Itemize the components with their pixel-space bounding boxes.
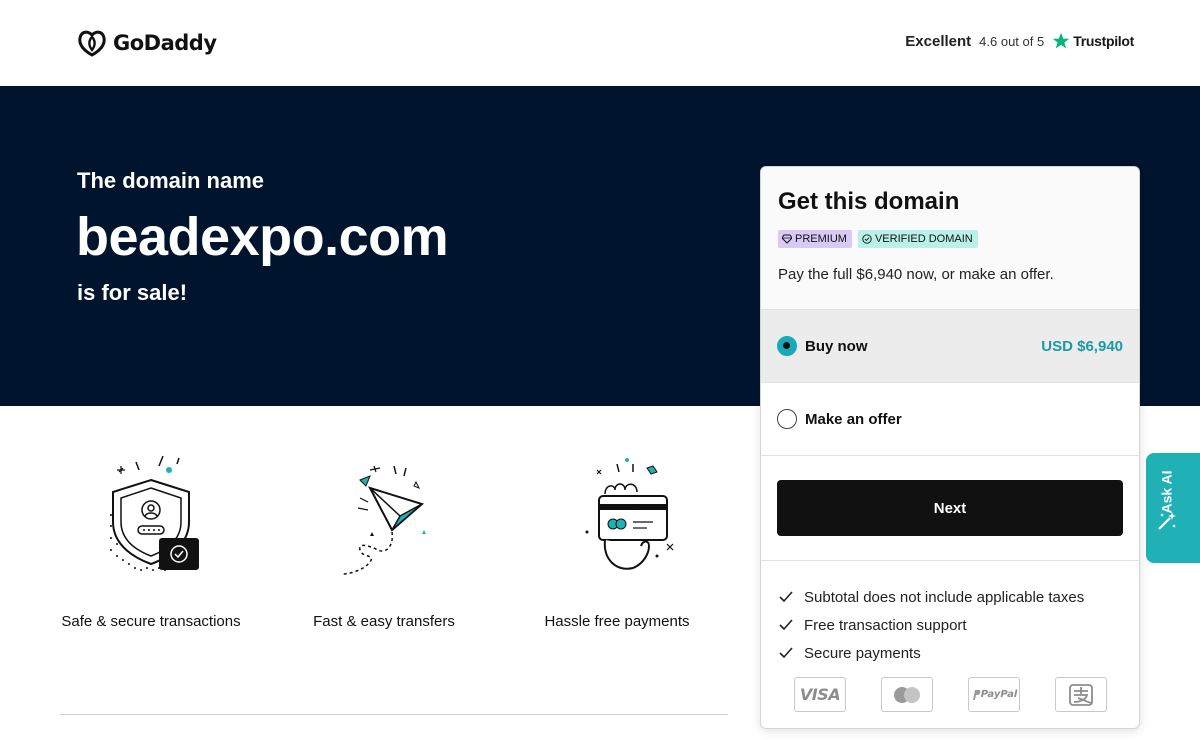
domain-name: beadexpo.com: [76, 207, 449, 267]
feature-caption: Safe & secure transactions: [61, 613, 241, 630]
mastercard-icon: [894, 686, 920, 703]
paypal-label: PayPal: [980, 689, 1018, 700]
benefit-text: Subtotal does not include applicable tax…: [804, 588, 1085, 606]
verified-check-icon: [862, 234, 872, 244]
feature-caption: Hassle free payments: [544, 613, 690, 630]
badge-row: PREMIUM VERIFIED DOMAIN: [778, 230, 978, 248]
visa-label: VISA: [799, 685, 841, 704]
feature-caption: Fast & easy transfers: [313, 613, 455, 630]
ask-ai-tab[interactable]: Ask AI: [1146, 453, 1200, 563]
trustpilot-logo: Trustpilot: [1052, 32, 1134, 50]
alipay-logo: [1055, 677, 1107, 712]
diamond-icon: [782, 234, 792, 244]
next-button[interactable]: Next: [777, 480, 1123, 536]
trustpilot-rating[interactable]: Excellent 4.6 out of 5 Trustpilot: [905, 32, 1134, 50]
benefit-text: Secure payments: [804, 644, 921, 662]
ask-ai-label: Ask AI: [1159, 470, 1175, 514]
make-offer-option[interactable]: Make an offer: [761, 383, 1139, 456]
alipay-icon: [1069, 683, 1093, 706]
premium-badge: PREMIUM: [778, 230, 852, 248]
payment-note: Pay the full $6,940 now, or make an offe…: [778, 266, 1054, 283]
shield-icon: [110, 455, 199, 571]
mastercard-logo: [881, 677, 933, 712]
purchase-card: Get this domain PREMIUM VERIFIED DOMAIN …: [760, 166, 1140, 729]
hero-lead: The domain name: [77, 168, 265, 193]
verified-badge: VERIFIED DOMAIN: [857, 230, 978, 248]
godaddy-logo[interactable]: GoDaddy: [77, 28, 217, 58]
trustpilot-star-icon: [1052, 32, 1070, 49]
make-offer-radio[interactable]: [777, 409, 797, 429]
card-title: Get this domain: [778, 188, 960, 215]
paper-plane-icon: [341, 465, 426, 575]
visa-logo: VISA: [794, 677, 846, 712]
site-header: GoDaddy Excellent 4.6 out of 5 Trustpilo…: [0, 0, 1200, 86]
checkmark-icon: [779, 619, 793, 631]
buy-now-label: Buy now: [805, 337, 868, 355]
paypal-logo: PayPal: [968, 677, 1020, 712]
section-divider: [60, 714, 728, 715]
feature-fast-transfers: Fast & easy transfers: [294, 450, 474, 634]
next-section: Next: [761, 456, 1139, 561]
rating-word: Excellent: [905, 32, 972, 50]
benefit-text: Free transaction support: [804, 616, 967, 634]
make-offer-label: Make an offer: [805, 410, 902, 428]
feature-hassle-free: Hassle free payments: [527, 450, 707, 634]
godaddy-logo-icon: [78, 30, 106, 57]
hero-tail: is for sale!: [77, 280, 188, 305]
verified-badge-label: VERIFIED DOMAIN: [874, 233, 973, 245]
premium-badge-label: PREMIUM: [795, 233, 847, 245]
trustpilot-label: Trustpilot: [1073, 33, 1134, 49]
buy-now-price: USD $6,940: [1041, 337, 1123, 355]
payment-methods: VISA PayPal: [794, 677, 1107, 712]
buy-now-radio[interactable]: [777, 336, 797, 356]
checkmark-icon: [779, 591, 793, 603]
list-item: Free transaction support: [778, 611, 1084, 639]
feature-safe-secure: Safe & secure transactions: [61, 450, 241, 634]
list-item: Secure payments: [778, 639, 1084, 667]
rating-score: 4.6 out of 5: [979, 33, 1045, 49]
buy-now-option[interactable]: Buy now USD $6,940: [761, 310, 1139, 383]
checkmark-icon: [779, 647, 793, 659]
card-payment-icon: [585, 458, 674, 570]
list-item: Subtotal does not include applicable tax…: [778, 583, 1084, 611]
paypal-icon: [972, 689, 981, 700]
benefits-list: Subtotal does not include applicable tax…: [778, 583, 1084, 667]
card-header: Get this domain PREMIUM VERIFIED DOMAIN …: [761, 167, 1139, 310]
brand-name: GoDaddy: [113, 31, 217, 55]
